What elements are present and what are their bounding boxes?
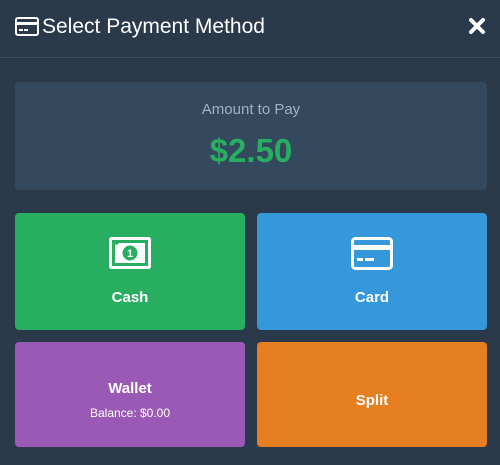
wallet-button[interactable]: Wallet Balance: $0.00 bbox=[15, 342, 245, 447]
close-icon[interactable] bbox=[468, 17, 486, 35]
payment-method-modal: Select Payment Method Amount to Pay $2.5… bbox=[0, 0, 500, 465]
credit-card-icon bbox=[15, 17, 39, 36]
split-label: Split bbox=[355, 392, 389, 409]
money-bill-icon: 1 bbox=[109, 237, 151, 269]
split-button[interactable]: Split bbox=[257, 342, 487, 447]
wallet-balance: Balance: $0.00 bbox=[89, 406, 171, 420]
card-button[interactable]: Card bbox=[257, 213, 487, 330]
modal-header: Select Payment Method bbox=[0, 0, 500, 58]
amount-panel: Amount to Pay $2.50 bbox=[15, 82, 487, 190]
card-label: Card bbox=[354, 289, 390, 306]
modal-title: Select Payment Method bbox=[42, 15, 265, 38]
wallet-label: Wallet bbox=[108, 380, 152, 397]
amount-label: Amount to Pay bbox=[201, 101, 301, 118]
credit-card-icon bbox=[351, 237, 393, 270]
svg-text:1: 1 bbox=[127, 248, 133, 260]
cash-label: Cash bbox=[111, 289, 149, 306]
amount-value: $2.50 bbox=[209, 132, 293, 169]
cash-button[interactable]: 1 Cash bbox=[15, 213, 245, 330]
